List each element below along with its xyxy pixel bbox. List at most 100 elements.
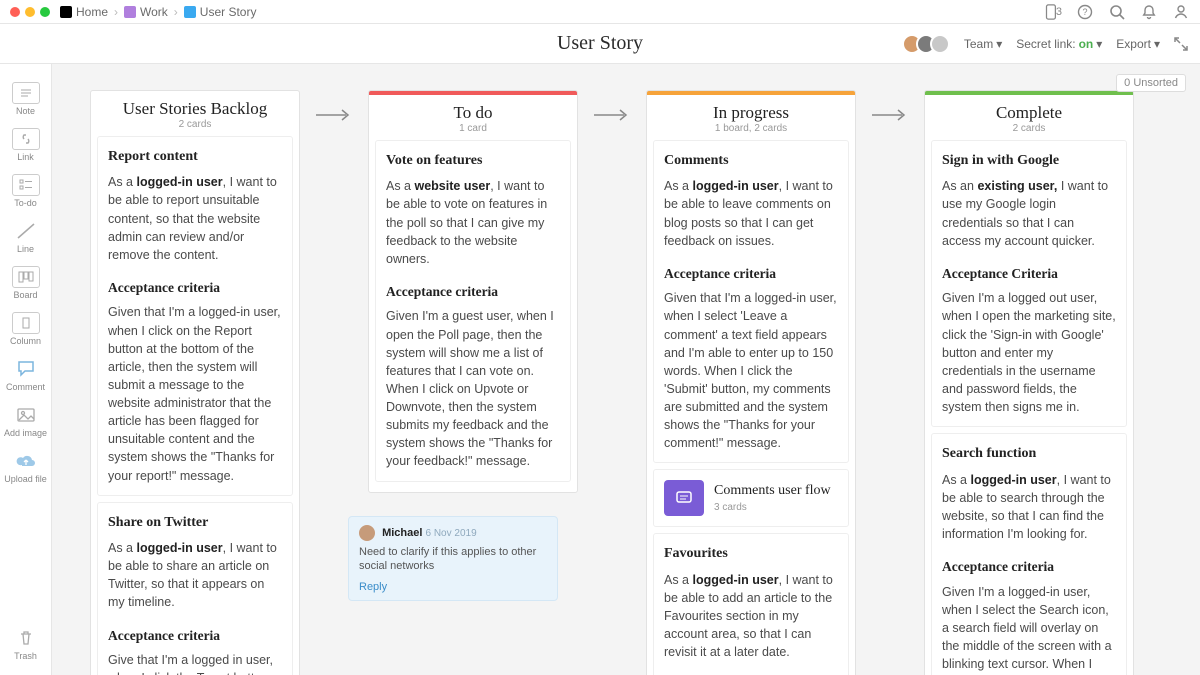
breadcrumb-label: User Story	[200, 5, 257, 19]
card-vote-features[interactable]: Vote on features As a website user, I wa…	[375, 140, 571, 482]
breadcrumb-label: Home	[76, 5, 108, 19]
column-complete[interactable]: Complete 2 cards Sign in with Google As …	[924, 90, 1134, 675]
comment-date: 6 Nov 2019	[425, 528, 476, 539]
column-subtitle: 1 board, 2 cards	[657, 123, 845, 134]
sidebar-item-upload[interactable]: Upload file	[0, 446, 51, 488]
team-dropdown[interactable]: Team ▾	[964, 37, 1002, 51]
acceptance-heading: Acceptance criteria	[942, 557, 1116, 577]
titlebar: User Story Team ▾ Secret link: on ▾ Expo…	[0, 24, 1200, 64]
collaborator-avatars[interactable]	[908, 34, 950, 54]
window-close-icon[interactable]	[10, 7, 20, 17]
sidebar-item-link[interactable]: Link	[0, 124, 51, 166]
window-minimize-icon[interactable]	[25, 7, 35, 17]
chevron-down-icon: ▾	[1154, 37, 1160, 51]
unsorted-badge[interactable]: 0 Unsorted	[1116, 74, 1186, 92]
page-title: User Story	[557, 32, 643, 55]
breadcrumb: Home › Work › User Story	[60, 5, 256, 19]
export-dropdown[interactable]: Export ▾	[1116, 37, 1160, 51]
card-title: Sign in with Google	[942, 151, 1116, 171]
comment-body: Need to clarify if this applies to other…	[359, 545, 547, 574]
card-body: As an existing user, I want to use my Go…	[942, 177, 1116, 250]
chevron-down-icon: ▾	[996, 37, 1002, 51]
breadcrumb-work[interactable]: Work	[124, 5, 168, 19]
sidebar-item-comment[interactable]: Comment	[0, 354, 51, 396]
top-actions: 3 ?	[1044, 3, 1190, 21]
sidebar-item-note[interactable]: Note	[0, 78, 51, 120]
card-sign-in-google[interactable]: Sign in with Google As an existing user,…	[931, 140, 1127, 427]
column-backlog[interactable]: User Stories Backlog 2 cards Report cont…	[90, 90, 300, 675]
chevron-right-icon: ›	[114, 5, 118, 19]
arrow-icon	[870, 100, 910, 130]
column-subtitle: 2 cards	[101, 119, 289, 130]
board-icon	[12, 266, 40, 288]
acceptance-heading: Acceptance criteria	[108, 626, 282, 646]
column-in-progress[interactable]: In progress 1 board, 2 cards Comments As…	[646, 90, 856, 675]
breadcrumb-story[interactable]: User Story	[184, 5, 257, 19]
card-share-twitter[interactable]: Share on Twitter As a logged-in user, I …	[97, 502, 293, 675]
card-title: Search function	[942, 444, 1116, 464]
sidebar-item-label: Trash	[14, 651, 37, 661]
breadcrumb-label: Work	[140, 5, 168, 19]
avatar[interactable]	[930, 34, 950, 54]
column-title: To do	[379, 103, 567, 123]
column-title: User Stories Backlog	[101, 99, 289, 119]
sidebar-item-label: Add image	[4, 428, 47, 438]
profile-icon[interactable]	[1172, 3, 1190, 21]
sidebar-item-label: Note	[16, 106, 35, 116]
card-body: As a logged-in user, I want to be able t…	[664, 177, 838, 250]
column-subtitle: 1 card	[379, 123, 567, 134]
bell-icon[interactable]	[1140, 3, 1158, 21]
expand-icon[interactable]	[1174, 37, 1188, 51]
acceptance-body: Given I'm a logged out user, when I open…	[942, 289, 1116, 416]
column-subtitle: 2 cards	[935, 123, 1123, 134]
breadcrumb-home[interactable]: Home	[60, 5, 108, 19]
board-canvas[interactable]: 0 Unsorted User Stories Backlog 2 cards …	[52, 64, 1200, 675]
card-comments-user-flow[interactable]: Comments user flow 3 cards	[653, 469, 849, 527]
card-comments[interactable]: Comments As a logged-in user, I want to …	[653, 140, 849, 463]
board-icon	[184, 6, 196, 18]
acceptance-heading: Acceptance Criteria	[942, 264, 1116, 284]
acceptance-body: Given I'm a guest user, when I open the …	[386, 307, 560, 470]
sidebar-item-todo[interactable]: To-do	[0, 170, 51, 212]
trash-icon	[12, 627, 40, 649]
window-controls[interactable]	[10, 7, 50, 17]
sidebar-item-add-image[interactable]: Add image	[0, 400, 51, 442]
sidebar-item-label: Link	[17, 152, 34, 162]
comment-author: Michael	[382, 527, 422, 539]
device-icon[interactable]: 3	[1044, 3, 1062, 21]
comment-icon	[12, 358, 40, 380]
column-title: In progress	[657, 103, 845, 123]
sidebar-item-label: Line	[17, 244, 34, 254]
acceptance-body: Given that I'm a logged-in user, when I …	[108, 303, 282, 484]
acceptance-heading: Acceptance criteria	[386, 282, 560, 302]
card-favourites[interactable]: Favourites As a logged-in user, I want t…	[653, 533, 849, 675]
comment-bubble[interactable]: Michael 6 Nov 2019 Need to clarify if th…	[348, 516, 558, 601]
secret-link-toggle[interactable]: Secret link: on ▾	[1016, 37, 1102, 51]
note-icon	[12, 82, 40, 104]
card-title: Comments	[664, 151, 838, 171]
search-icon[interactable]	[1108, 3, 1126, 21]
sidebar-item-label: Comment	[6, 382, 45, 392]
tool-sidebar: Note Link To-do Line Board Column Commen…	[0, 64, 52, 675]
card-search-function[interactable]: Search function As a logged-in user, I w…	[931, 433, 1127, 675]
acceptance-heading: Acceptance criteria	[108, 278, 282, 298]
card-report-content[interactable]: Report content As a logged-in user, I wa…	[97, 136, 293, 496]
comment-reply-link[interactable]: Reply	[359, 580, 547, 594]
card-title: Share on Twitter	[108, 513, 282, 533]
sidebar-item-board[interactable]: Board	[0, 262, 51, 304]
help-icon[interactable]: ?	[1076, 3, 1094, 21]
window-maximize-icon[interactable]	[40, 7, 50, 17]
column-todo[interactable]: To do 1 card Vote on features As a websi…	[368, 90, 578, 493]
card-title: Vote on features	[386, 151, 560, 171]
sidebar-item-trash[interactable]: Trash	[0, 623, 51, 665]
sidebar-item-label: To-do	[14, 198, 37, 208]
chevron-right-icon: ›	[174, 5, 178, 19]
link-card-sub: 3 cards	[714, 501, 831, 516]
acceptance-body: Give that I'm a logged in user, when I c…	[108, 651, 282, 675]
sidebar-item-line[interactable]: Line	[0, 216, 51, 258]
image-icon	[12, 404, 40, 426]
sidebar-item-column[interactable]: Column	[0, 308, 51, 350]
card-body: As a logged-in user, I want to be able t…	[108, 173, 282, 264]
link-card-title: Comments user flow	[714, 481, 831, 501]
acceptance-body: Given that I'm a logged-in user, when I …	[664, 289, 838, 452]
